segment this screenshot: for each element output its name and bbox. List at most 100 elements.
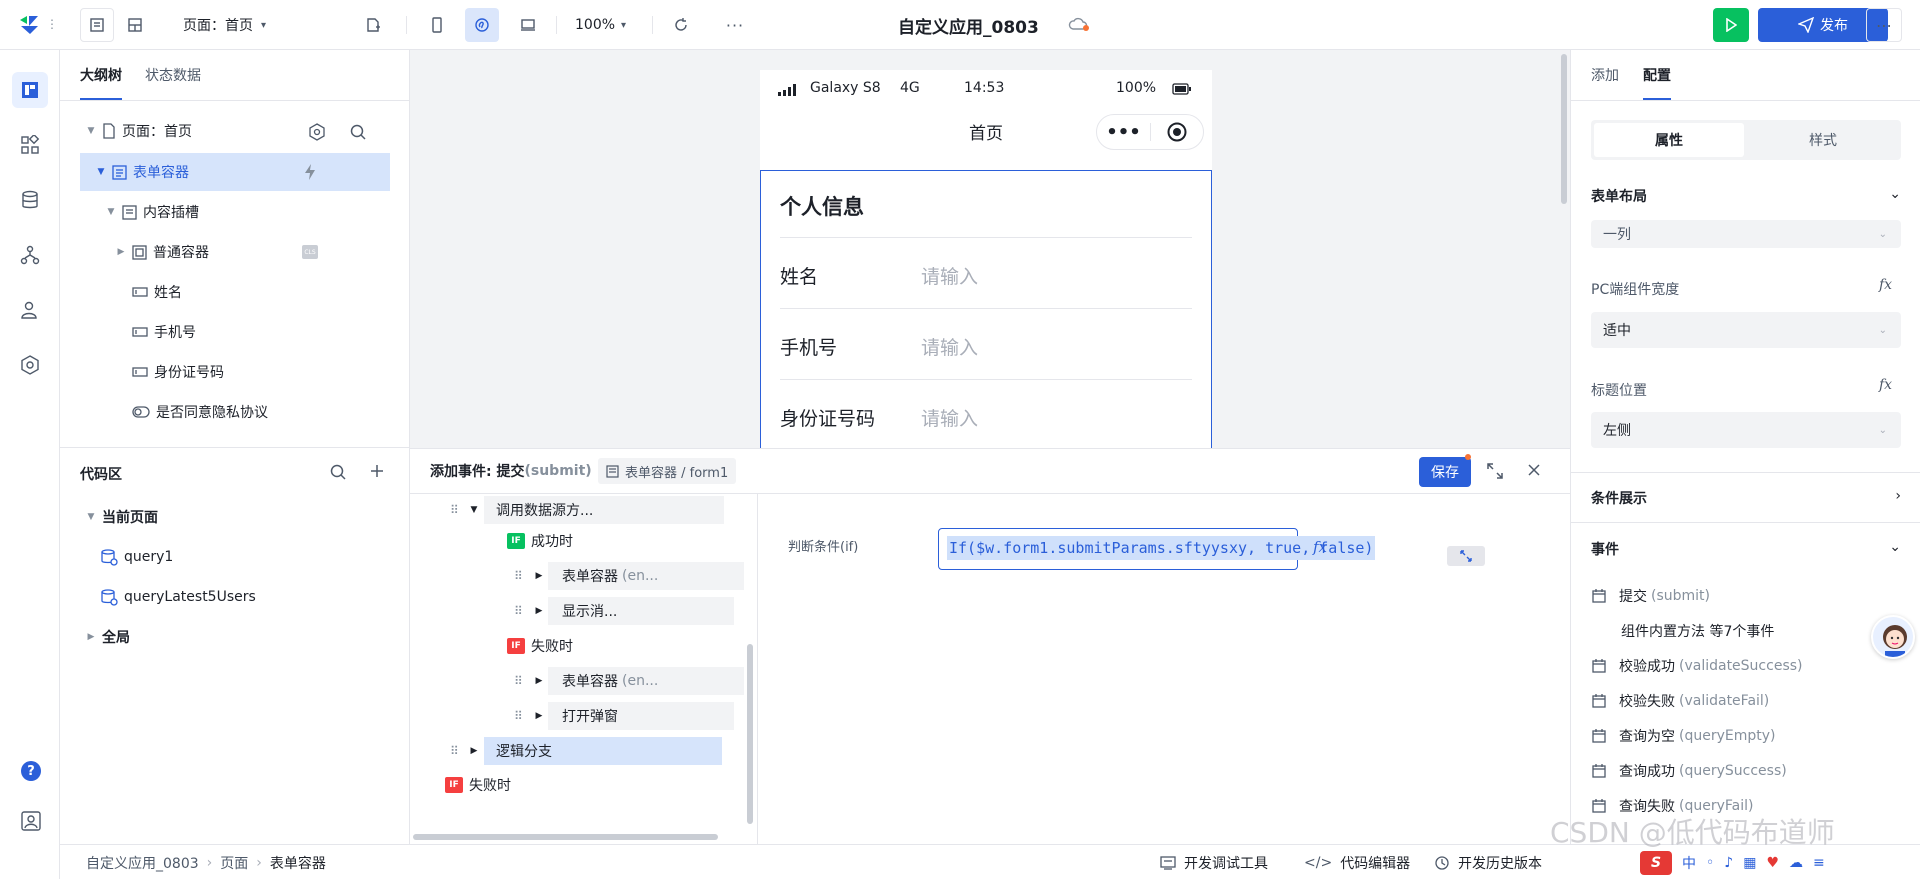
ime-punct-icon[interactable]: ◦ xyxy=(1706,855,1714,871)
tree-item-privacy-switch[interactable]: 是否同意隐私协议 xyxy=(80,393,390,431)
flow-scrollbar-vertical[interactable] xyxy=(747,644,753,824)
phone-input[interactable]: 请输入 xyxy=(921,333,978,360)
title-position-select[interactable]: 左侧 ⌄ xyxy=(1591,412,1901,448)
page-selector[interactable]: 页面：首页 ▾ xyxy=(183,0,266,50)
desktop-view-icon[interactable] xyxy=(511,8,545,42)
add-icon[interactable] xyxy=(369,463,385,479)
lightning-icon[interactable] xyxy=(302,163,318,181)
ime-lang-icon[interactable]: 中 xyxy=(1682,853,1696,873)
tab-state-data[interactable]: 状态数据 xyxy=(145,50,201,100)
flow-node-form-method-2[interactable]: ⠿ ▶ 表单容器 (en... xyxy=(514,667,744,695)
tree-item-container[interactable]: ▶ 普通容器 CLS xyxy=(80,233,390,271)
layout-page-icon[interactable] xyxy=(80,8,114,42)
section-form-layout[interactable]: 表单布局 ⌄ xyxy=(1591,186,1901,206)
event-item-query-empty[interactable]: 查询为空 (queryEmpty) xyxy=(1591,724,1775,748)
account-icon[interactable] xyxy=(20,810,42,832)
more-icon[interactable]: ··· xyxy=(718,8,752,42)
tree-item-phone[interactable]: 手机号 xyxy=(80,313,390,351)
seg-style[interactable]: 样式 xyxy=(1748,123,1898,157)
flow-node-open-modal[interactable]: ⠿ ▶ 打开弹窗 xyxy=(514,702,734,730)
settings-hex-icon[interactable] xyxy=(12,347,48,383)
breadcrumb-item[interactable]: 页面 xyxy=(220,853,248,873)
event-item-validate-fail[interactable]: 校验失败 (validateFail) xyxy=(1591,689,1769,713)
event-item-submit[interactable]: 提交 (submit) xyxy=(1591,584,1710,608)
tab-add[interactable]: 添加 xyxy=(1591,50,1619,100)
tree-item-page[interactable]: ▼ 页面：首页 xyxy=(80,112,390,150)
fx-icon[interactable]: fx xyxy=(1879,277,1892,293)
sogou-ime-icon[interactable]: S xyxy=(1640,851,1672,875)
drag-handle-icon[interactable]: ⠿ xyxy=(514,604,530,618)
ime-menu-icon[interactable]: ≡ xyxy=(1813,855,1825,871)
condition-expression[interactable]: If($w.form1.submitParams.sftyysxy, true,… xyxy=(947,536,1376,560)
breadcrumb-item[interactable]: 自定义应用_0803 xyxy=(86,853,199,873)
database-icon[interactable] xyxy=(12,182,48,218)
caret-right-icon[interactable]: ▶ xyxy=(530,676,548,686)
expand-editor-icon[interactable] xyxy=(1447,546,1485,566)
close-icon[interactable] xyxy=(1526,462,1542,478)
tab-config[interactable]: 配置 xyxy=(1643,50,1671,100)
flow-scrollbar-horizontal[interactable] xyxy=(413,834,718,840)
seg-properties[interactable]: 属性 xyxy=(1594,123,1744,157)
run-button[interactable] xyxy=(1713,8,1749,42)
fx-icon[interactable]: fx xyxy=(1313,538,1327,556)
drag-handle-icon[interactable]: ⠿ xyxy=(514,674,530,688)
section-condition-display[interactable]: 条件展示 › xyxy=(1591,488,1901,508)
more-vert-icon[interactable]: ⋮ xyxy=(46,17,58,31)
event-item-builtin[interactable]: 组件内置方法 等7个事件 xyxy=(1621,619,1774,643)
components-icon[interactable] xyxy=(12,127,48,163)
event-item-validate-success[interactable]: 校验成功 (validateSuccess) xyxy=(1591,654,1803,678)
search-icon[interactable] xyxy=(349,123,367,141)
assistant-avatar[interactable] xyxy=(1871,615,1915,659)
zoom-selector[interactable]: 100% ▾ xyxy=(575,0,626,50)
flow-node-form-method[interactable]: ⠿ ▶ 表单容器 (en... xyxy=(514,562,744,590)
query-item-query1[interactable]: query1 xyxy=(80,538,390,576)
add-page-icon[interactable] xyxy=(356,8,390,42)
section-events[interactable]: 事件 ⌄ xyxy=(1591,539,1901,559)
caret-right-icon[interactable]: ▶ xyxy=(464,746,484,756)
outline-icon[interactable] xyxy=(12,72,48,108)
more-dots-icon[interactable]: ••• xyxy=(1097,122,1150,143)
flow-node-logic-branch[interactable]: ⠿ ▶ 逻辑分支 xyxy=(450,737,740,765)
caret-right-icon[interactable]: ▶ xyxy=(530,606,548,616)
pc-width-select[interactable]: 适中 ⌄ xyxy=(1591,312,1901,348)
tree-item-content-slot[interactable]: ▼ 内容插槽 xyxy=(80,193,390,231)
drag-handle-icon[interactable]: ⠿ xyxy=(450,503,464,517)
help-icon[interactable]: ? xyxy=(21,761,41,781)
refresh-icon[interactable] xyxy=(664,8,698,42)
flow-node-show-message[interactable]: ⠿ ▶ 显示消... xyxy=(514,597,734,625)
code-editor-button[interactable]: </> 代码编辑器 xyxy=(1304,845,1410,879)
tree-current-page[interactable]: ▼ 当前页面 xyxy=(80,498,390,536)
ime-cloud-icon[interactable]: ☁ xyxy=(1789,855,1803,871)
name-input[interactable]: 请输入 xyxy=(921,262,978,289)
tab-outline-tree[interactable]: 大纲树 xyxy=(80,50,122,100)
caret-right-icon[interactable]: ▶ xyxy=(530,571,548,581)
more-options-button[interactable]: ⋯ xyxy=(1866,8,1902,42)
id-number-input[interactable]: 请输入 xyxy=(921,404,978,431)
page-settings-icon[interactable] xyxy=(308,123,326,141)
ime-keyboard-icon[interactable]: ▦ xyxy=(1743,855,1756,871)
drag-handle-icon[interactable]: ⠿ xyxy=(450,744,464,758)
search-icon[interactable] xyxy=(329,463,347,481)
layout-grid-icon[interactable] xyxy=(118,8,152,42)
tree-item-name[interactable]: 姓名 xyxy=(80,273,390,311)
event-item-query-success[interactable]: 查询成功 (querySuccess) xyxy=(1591,759,1787,783)
layout-select[interactable]: 一列 ⌄ xyxy=(1591,220,1901,248)
caret-down-icon[interactable]: ▼ xyxy=(464,505,484,515)
expand-icon[interactable] xyxy=(1486,462,1504,480)
save-button[interactable]: 保存 xyxy=(1419,457,1471,487)
caret-right-icon[interactable]: ▶ xyxy=(530,711,548,721)
tree-item-form-container[interactable]: ▼ 表单容器 xyxy=(80,153,390,191)
ime-skin-icon[interactable]: ♥ xyxy=(1766,855,1779,871)
query-item-latest5users[interactable]: queryLatest5Users xyxy=(80,578,390,616)
tree-global[interactable]: ▶ 全局 xyxy=(80,618,390,656)
fx-icon[interactable]: fx xyxy=(1879,377,1892,393)
breadcrumb-item[interactable]: 表单容器 xyxy=(270,853,326,873)
condition-editor[interactable]: If($w.form1.submitParams.sftyysxy, true,… xyxy=(938,528,1485,570)
canvas-scrollbar[interactable] xyxy=(1561,54,1567,204)
tree-item-id-number[interactable]: 身份证号码 xyxy=(80,353,390,391)
dev-debug-tool-button[interactable]: 开发调试工具 xyxy=(1160,845,1268,879)
drag-handle-icon[interactable]: ⠿ xyxy=(514,569,530,583)
mini-program-view-icon[interactable] xyxy=(465,8,499,42)
drag-handle-icon[interactable]: ⠿ xyxy=(514,709,530,723)
dev-history-button[interactable]: 开发历史版本 xyxy=(1434,845,1542,879)
